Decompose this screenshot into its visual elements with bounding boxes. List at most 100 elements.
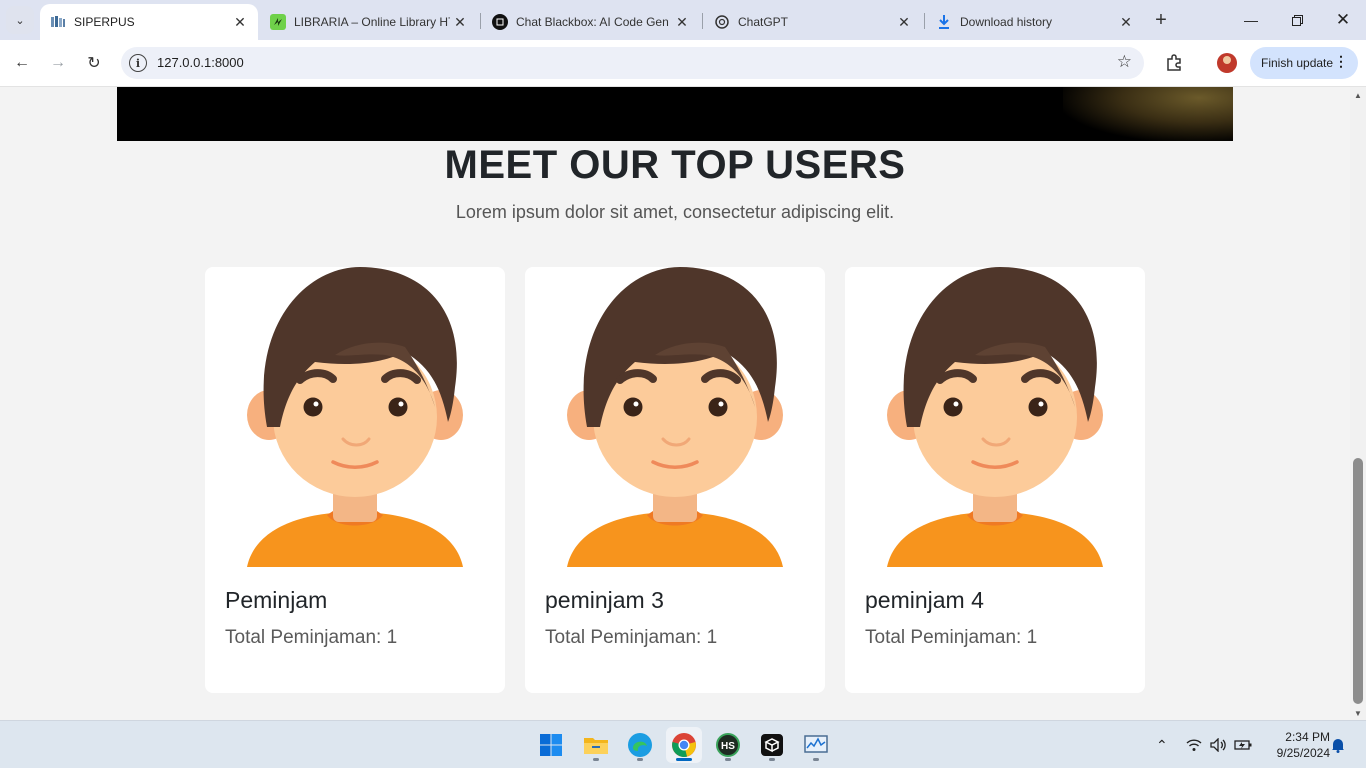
running-indicator: [637, 758, 643, 761]
scrollbar-thumb[interactable]: [1353, 458, 1363, 704]
tab-siperpus[interactable]: SIPERPUS ✕: [40, 4, 258, 40]
libraria-favicon-icon: [270, 14, 286, 30]
close-icon[interactable]: ✕: [1116, 12, 1136, 32]
finish-update-button[interactable]: Finish update ⋮: [1250, 47, 1358, 79]
clock-time: 2:34 PM: [1285, 730, 1330, 744]
blackbox-favicon-icon: [492, 14, 508, 30]
scroll-down-icon[interactable]: ▼: [1354, 709, 1362, 718]
plus-icon: +: [1155, 8, 1167, 31]
tab-title: Download history: [960, 15, 1053, 29]
section-subtitle: Lorem ipsum dolor sit amet, consectetur …: [455, 202, 895, 222]
chevron-down-icon: ⌄: [15, 14, 25, 27]
tab-title: LIBRARIA – Online Library HT: [294, 15, 450, 29]
tab-blackbox[interactable]: Chat Blackbox: AI Code Gen ✕: [482, 4, 700, 40]
site-info-icon[interactable]: i: [129, 54, 147, 72]
forward-button[interactable]: →: [44, 50, 72, 76]
user-name: peminjam 4: [865, 587, 984, 613]
volume-icon[interactable]: [1210, 721, 1227, 768]
user-avatar-image: [845, 267, 1145, 567]
tab-separator: [480, 13, 481, 29]
wifi-icon[interactable]: [1186, 721, 1202, 768]
tab-separator: [702, 13, 703, 29]
tab-title: SIPERPUS: [74, 15, 135, 29]
user-card[interactable]: peminjam 3 Total Peminjaman: 1: [525, 267, 825, 693]
user-avatar-image: [205, 267, 505, 567]
user-avatar-image: [525, 267, 825, 567]
show-hidden-icons-button[interactable]: ⌃: [1156, 721, 1168, 768]
hs-app-icon: HS: [716, 733, 740, 757]
close-icon[interactable]: ✕: [672, 12, 692, 32]
puzzle-icon: [1167, 54, 1181, 71]
user-name: Peminjam: [225, 587, 328, 613]
user-total-loans: Total Peminjaman: 1: [865, 627, 1038, 648]
tab-separator: [924, 13, 925, 29]
close-icon[interactable]: ✕: [894, 12, 914, 32]
box-app-icon: [761, 734, 783, 756]
more-vertical-icon: ⋮: [1334, 53, 1348, 69]
address-bar[interactable]: i 127.0.0.1:8000 ☆: [121, 47, 1144, 79]
user-card[interactable]: Peminjam Total Peminjaman: 1: [205, 267, 505, 693]
close-icon[interactable]: ✕: [230, 12, 250, 32]
chatgpt-favicon-icon: [714, 14, 730, 30]
extensions-button[interactable]: [1160, 50, 1188, 76]
start-button[interactable]: [533, 727, 569, 763]
close-icon: ✕: [1335, 10, 1351, 29]
notifications-button[interactable]: [1331, 721, 1345, 768]
tab-download-history[interactable]: Download history ✕: [926, 4, 1144, 40]
new-tab-button[interactable]: +: [1150, 8, 1172, 32]
section-title: MEET OUR TOP USERS: [444, 143, 906, 187]
battery-icon[interactable]: [1234, 721, 1252, 768]
monitor-app-button[interactable]: [798, 727, 834, 763]
user-total-loans: Total Peminjaman: 1: [225, 627, 398, 648]
clock-date: 9/25/2024: [1276, 746, 1330, 760]
running-indicator: [769, 758, 775, 761]
user-total-loans: Total Peminjaman: 1: [545, 627, 718, 648]
reload-icon: ↻: [87, 55, 101, 72]
user-card[interactable]: peminjam 4 Total Peminjaman: 1: [845, 267, 1145, 693]
hero-banner-image: [117, 87, 1233, 141]
chrome-button[interactable]: [666, 727, 702, 763]
running-indicator: [813, 758, 819, 761]
scroll-up-icon[interactable]: ▲: [1354, 91, 1362, 100]
bookmark-star-icon[interactable]: ☆: [1117, 52, 1132, 72]
tab-chatgpt[interactable]: ChatGPT ✕: [704, 4, 922, 40]
tab-title: Chat Blackbox: AI Code Gen: [516, 15, 669, 29]
bell-icon: [1332, 739, 1344, 753]
profile-avatar[interactable]: [1217, 53, 1237, 73]
windows-start-icon: [540, 734, 562, 756]
tab-title: ChatGPT: [738, 15, 789, 29]
folder-icon: [584, 738, 608, 754]
edge-icon: [628, 733, 652, 757]
user-name: peminjam 3: [545, 587, 664, 613]
edge-button[interactable]: [622, 727, 658, 763]
minimize-icon: —: [1244, 12, 1258, 28]
finish-update-label: Finish update: [1261, 56, 1334, 70]
hs-app-button[interactable]: HS: [710, 727, 746, 763]
dark-app-button[interactable]: [754, 727, 790, 763]
minimize-button[interactable]: —: [1228, 0, 1274, 40]
siperpus-favicon-icon: [50, 14, 66, 30]
reload-button[interactable]: ↻: [80, 50, 108, 76]
tab-libraria[interactable]: LIBRARIA – Online Library HT ✕: [260, 4, 478, 40]
tab-search-button[interactable]: ⌄: [6, 6, 34, 34]
running-indicator: [725, 758, 731, 761]
back-button[interactable]: ←: [8, 50, 36, 76]
page-viewport: MEET OUR TOP USERS Lorem ipsum dolor sit…: [0, 87, 1350, 720]
browser-toolbar: ← → ↻ i 127.0.0.1:8000 ☆ Finish update ⋮: [0, 40, 1366, 87]
windows-taskbar: HS ⌃ 2:34 PM 9/25/2024: [0, 720, 1366, 768]
svg-text:HS: HS: [721, 741, 735, 752]
download-icon: [936, 14, 952, 30]
chevron-up-icon: ⌃: [1156, 736, 1168, 753]
page-scrollbar[interactable]: ▲ ▼: [1350, 87, 1366, 720]
file-explorer-button[interactable]: [578, 727, 614, 763]
resource-monitor-icon: [804, 735, 828, 753]
restore-button[interactable]: [1274, 0, 1320, 40]
chrome-icon: [672, 733, 696, 757]
running-indicator: [593, 758, 599, 761]
close-window-button[interactable]: ✕: [1320, 0, 1366, 40]
restore-icon: [1291, 14, 1303, 26]
close-icon[interactable]: ✕: [450, 12, 470, 32]
system-clock[interactable]: 2:34 PM 9/25/2024: [1262, 729, 1330, 761]
hero-image-detail: [1063, 87, 1233, 141]
url-text[interactable]: 127.0.0.1:8000: [157, 55, 244, 70]
